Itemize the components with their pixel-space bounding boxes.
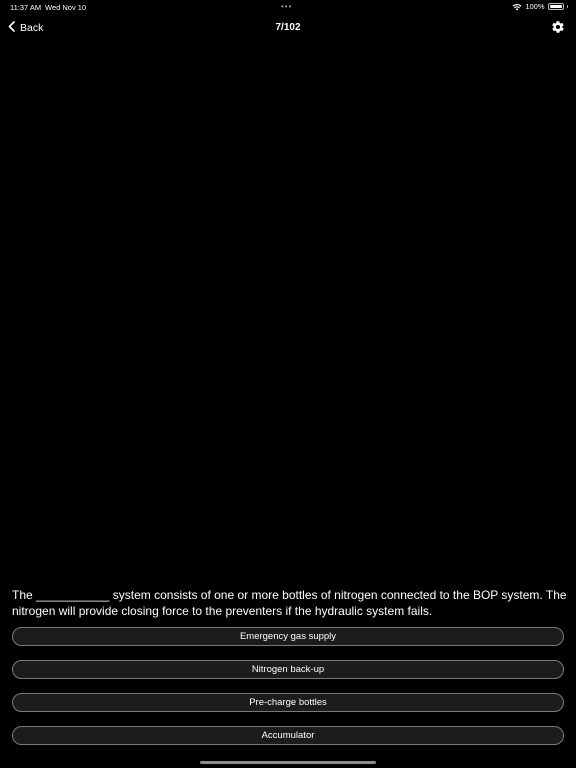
wifi-icon [512,3,522,11]
page-title: 7/102 [275,22,301,33]
answer-button-nitrogen-back-up[interactable]: Nitrogen back-up [12,660,564,679]
gear-icon [551,20,565,34]
answer-list: Emergency gas supply Nitrogen back-up Pr… [12,627,564,759]
battery-tip [566,5,568,8]
question-text: The ___________ system consists of one o… [12,588,567,618]
multitasking-dots-icon[interactable]: ••• [281,3,292,11]
battery-fill [549,5,562,8]
nav-bar: Back 7/102 [0,14,576,42]
battery-percent: 100% [525,2,545,11]
answer-button-pre-charge-bottles[interactable]: Pre-charge bottles [12,693,564,712]
status-right: 100% [512,2,568,11]
home-indicator[interactable] [200,761,376,764]
status-time: 11:37 AM [10,3,42,12]
answer-button-emergency-gas-supply[interactable]: Emergency gas supply [12,627,564,646]
status-bar: 11:37 AM Wed Nov 10 ••• 100% [0,0,576,14]
answer-button-accumulator[interactable]: Accumulator [12,726,564,745]
settings-button[interactable] [551,20,565,34]
battery-icon [547,3,564,10]
status-date: Wed Nov 10 [45,3,87,12]
